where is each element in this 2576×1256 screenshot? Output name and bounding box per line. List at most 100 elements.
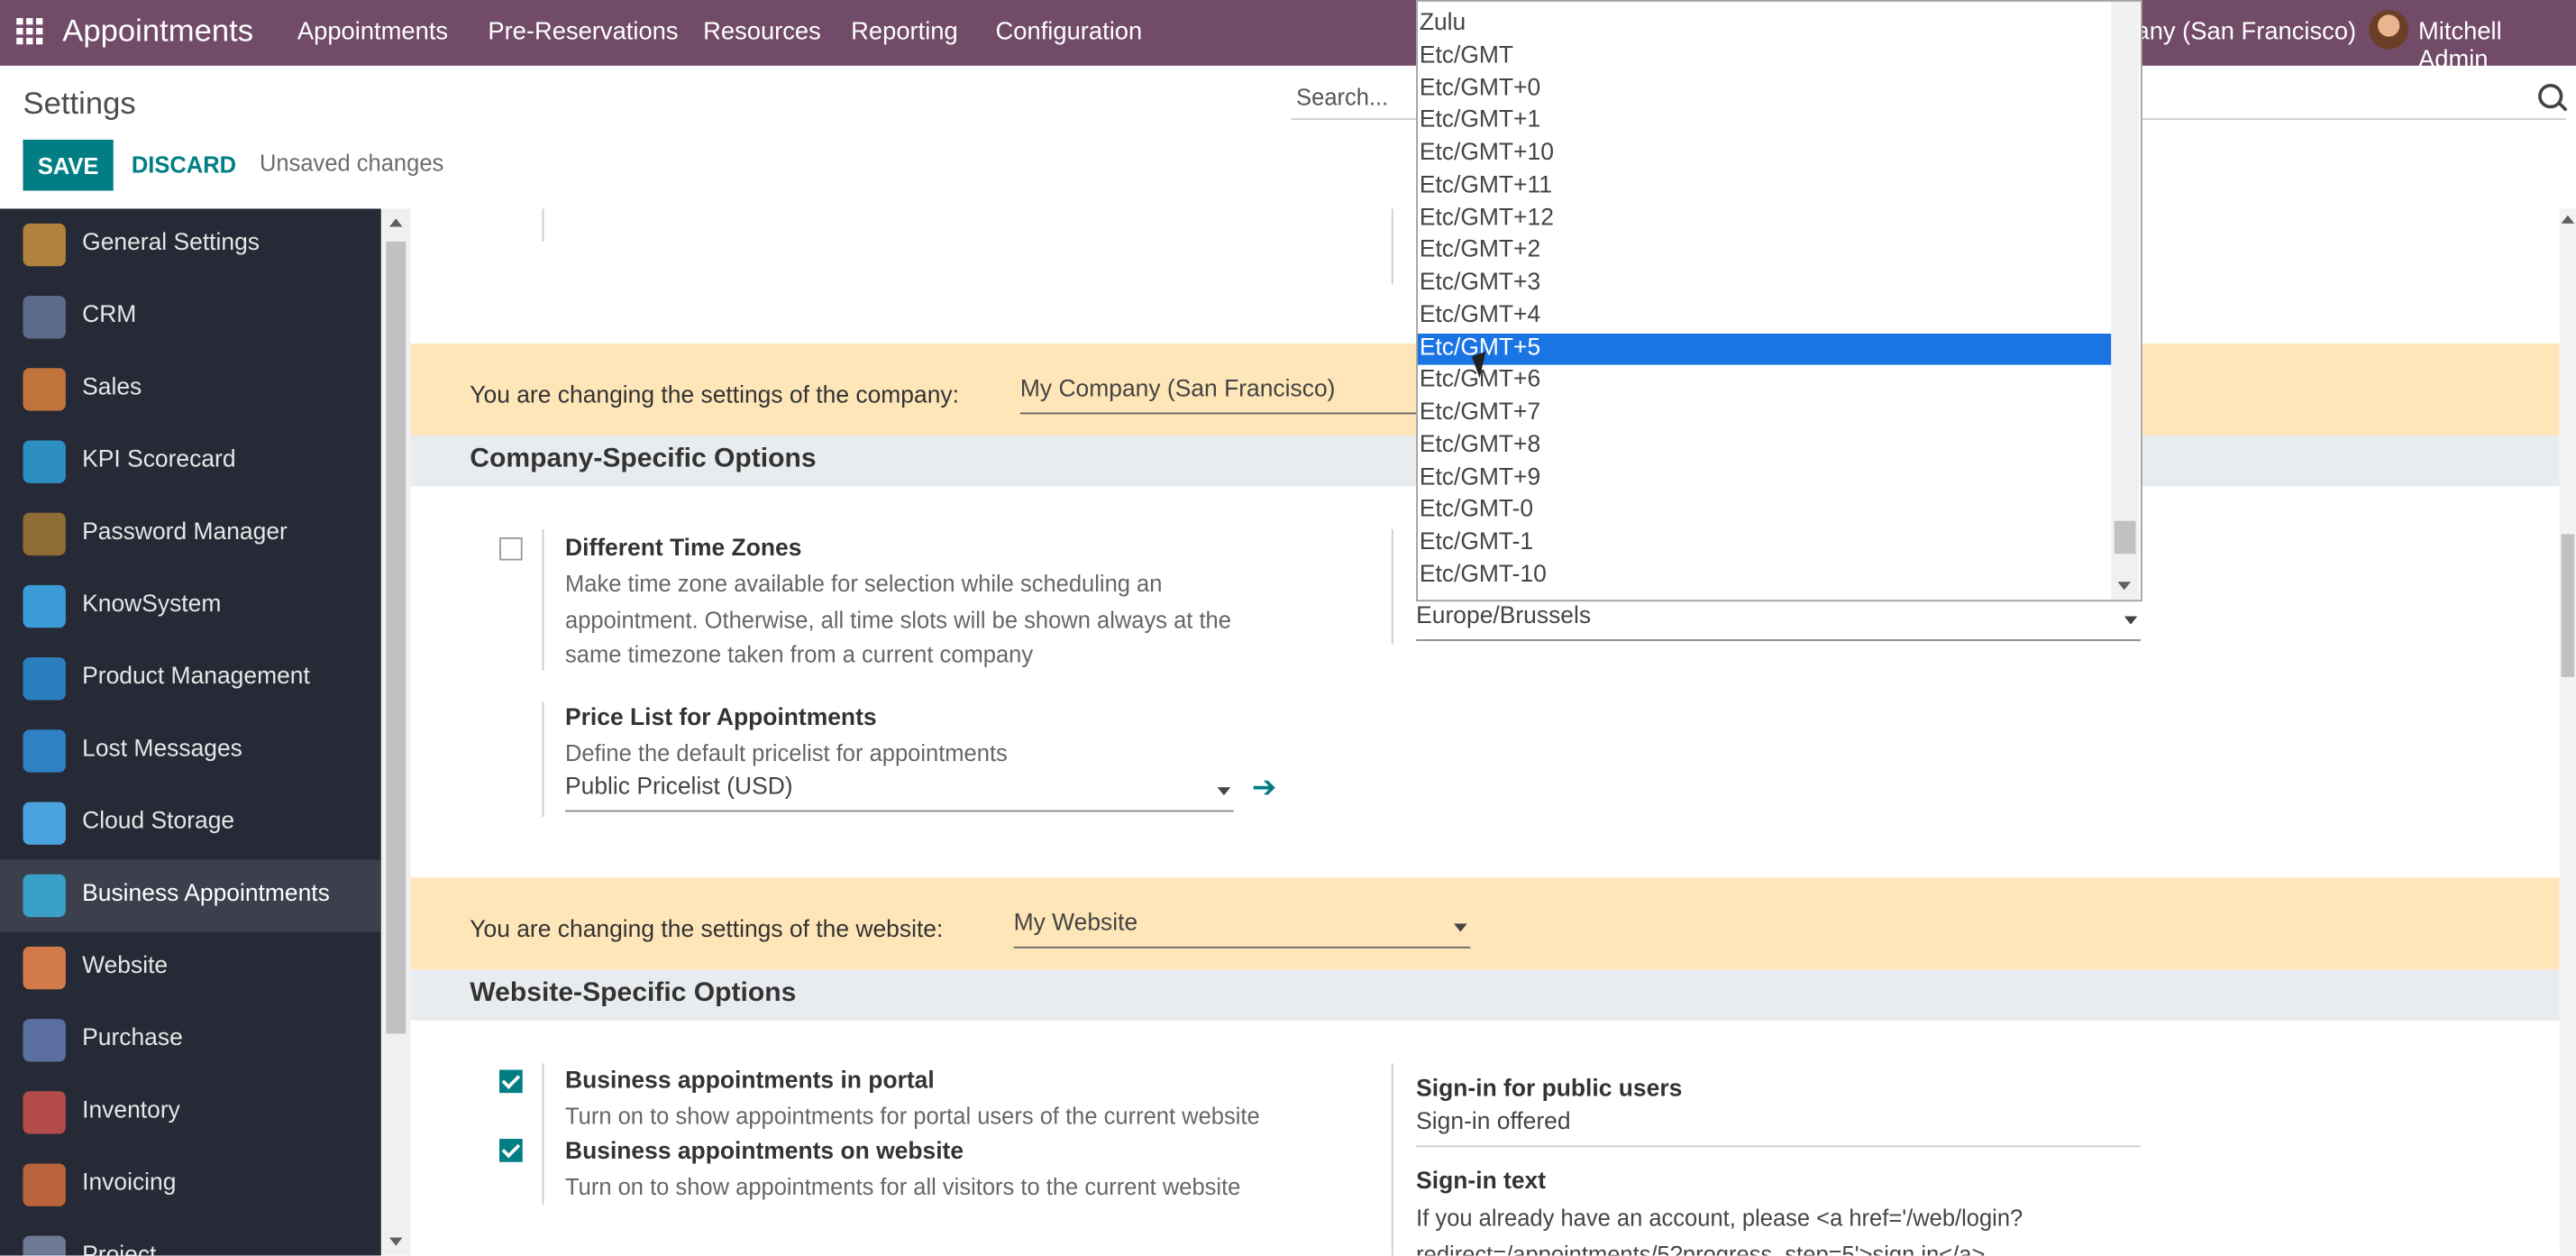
- timezone-option[interactable]: Etc/GMT: [1418, 41, 2111, 73]
- divider: [542, 208, 544, 242]
- timezone-option[interactable]: Etc/GMT-10: [1418, 560, 2111, 592]
- discard-button[interactable]: DISCARD: [132, 151, 236, 178]
- timezone-dropdown-list[interactable]: Zulu Etc/GMT Etc/GMT+0 Etc/GMT+1 Etc/GMT+10 E…: [1416, 0, 2142, 602]
- timezone-select-value: Europe/Brussels: [1416, 602, 1592, 630]
- brain-icon: [23, 584, 66, 628]
- scroll-up-arrow-icon[interactable]: [388, 218, 403, 227]
- menu-pre-reservations[interactable]: Pre-Reservations: [488, 18, 678, 46]
- menu-reporting[interactable]: Reporting: [851, 18, 958, 46]
- chevron-down-icon[interactable]: [1454, 923, 1467, 932]
- sidebar-item-invoicing[interactable]: Invoicing: [0, 1149, 381, 1221]
- sidebar-item-website[interactable]: Website: [0, 931, 381, 1004]
- website-section-title: Website-Specific Options: [470, 977, 797, 1008]
- app-brand[interactable]: Appointments: [62, 14, 253, 50]
- timezone-option[interactable]: Etc/GMT+9: [1418, 463, 2111, 495]
- sidebar-item-kpi-scorecard[interactable]: KPI Scorecard: [0, 426, 381, 498]
- website-appointments-checkbox[interactable]: [499, 1139, 523, 1162]
- sidebar-item-project[interactable]: Project: [0, 1221, 381, 1256]
- timezone-option[interactable]: Etc/GMT+5: [1417, 333, 2112, 365]
- timezone-select[interactable]: Europe/Brussels: [1416, 603, 2141, 641]
- scorecard-icon: [23, 440, 66, 483]
- sidebar-item-lost-messages[interactable]: Lost Messages: [0, 715, 381, 787]
- menu-resources[interactable]: Resources: [703, 18, 821, 46]
- chevron-down-icon[interactable]: [2124, 616, 2138, 625]
- company-select-value: My Company (San Francisco): [1019, 376, 1336, 403]
- page-title: Settings: [23, 87, 136, 122]
- portal-appointments-description: Turn on to show appointments for portal …: [565, 1103, 1260, 1130]
- search-icon[interactable]: [2538, 83, 2563, 109]
- pricelist-title: Price List for Appointments: [565, 704, 877, 732]
- signin-public-select[interactable]: Sign-in offered: [1416, 1109, 2141, 1148]
- timezone-option[interactable]: Etc/GMT+8: [1418, 430, 2111, 463]
- keys-icon: [23, 512, 66, 556]
- sidebar-item-label: Cloud Storage: [82, 808, 235, 835]
- timezone-option[interactable]: Etc/GMT+6: [1418, 365, 2111, 398]
- timezone-option[interactable]: Etc/GMT+2: [1418, 235, 2111, 268]
- scroll-down-arrow-icon[interactable]: [2117, 582, 2132, 591]
- sidebar-item-inventory[interactable]: Inventory: [0, 1077, 381, 1149]
- app-menu-grid-icon[interactable]: [16, 18, 43, 45]
- gear-icon: [23, 223, 66, 267]
- timezone-option[interactable]: Etc/GMT+10: [1418, 138, 2111, 170]
- sidebar-item-label: Lost Messages: [82, 736, 242, 763]
- scroll-up-arrow-icon[interactable]: [2561, 215, 2575, 224]
- sidebar-item-product-management[interactable]: Product Management: [0, 643, 381, 715]
- sidebar-item-knowsystem[interactable]: KnowSystem: [0, 570, 381, 642]
- website-appointments-description: Turn on to show appointments for all vis…: [565, 1173, 1241, 1200]
- menu-appointments[interactable]: Appointments: [297, 18, 448, 46]
- sidebar-item-label: Website: [82, 953, 169, 980]
- sidebar-item-label: Product Management: [82, 664, 310, 691]
- save-button[interactable]: SAVE: [23, 139, 114, 191]
- search-placeholder: Search...: [1296, 83, 1389, 111]
- sidebar-item-label: CRM: [82, 302, 137, 329]
- divider: [1391, 1063, 1393, 1256]
- timezone-option[interactable]: Zulu: [1418, 8, 2111, 41]
- sidebar-scrollbar[interactable]: [380, 208, 411, 1256]
- scroll-down-arrow-icon[interactable]: [388, 1237, 403, 1246]
- app-window: Appointments Appointments Pre-Reservatio…: [0, 0, 2576, 1256]
- user-avatar[interactable]: [2369, 9, 2409, 50]
- settings-sidebar: General Settings CRM Sales KPI Scorecard Pas…: [0, 208, 381, 1256]
- external-link-arrow-icon[interactable]: ➔: [1252, 771, 1277, 805]
- sidebar-item-label: Sales: [82, 374, 142, 401]
- sidebar-item-business-appointments[interactable]: Business Appointments: [0, 859, 381, 932]
- divider: [542, 1063, 544, 1206]
- sidebar-item-password-manager[interactable]: Password Manager: [0, 498, 381, 570]
- timezone-option[interactable]: Etc/GMT+4: [1418, 300, 2111, 333]
- company-switcher[interactable]: any (San Francisco): [2136, 18, 2357, 46]
- timezone-option[interactable]: Etc/GMT+7: [1418, 398, 2111, 430]
- pricelist-select[interactable]: Public Pricelist (USD): [565, 774, 1234, 812]
- divider: [1391, 528, 1393, 645]
- sidebar-item-general-settings[interactable]: General Settings: [0, 208, 381, 280]
- chevron-down-icon[interactable]: [1217, 787, 1231, 796]
- scrollbar-thumb[interactable]: [386, 241, 406, 1034]
- menu-configuration[interactable]: Configuration: [996, 18, 1143, 46]
- sidebar-item-label: Project: [82, 1242, 157, 1256]
- sidebar-item-crm[interactable]: CRM: [0, 281, 381, 353]
- sidebar-item-sales[interactable]: Sales: [0, 353, 381, 426]
- timezone-option[interactable]: Etc/GMT+3: [1418, 268, 2111, 300]
- signin-text-field[interactable]: If you already have an account, please <…: [1416, 1201, 2141, 1256]
- page-scrollbar[interactable]: [2559, 208, 2576, 1256]
- timezone-option[interactable]: Etc/GMT-1: [1418, 527, 2111, 560]
- different-timezones-checkbox[interactable]: [499, 537, 523, 561]
- scrollbar-thumb[interactable]: [2561, 534, 2575, 677]
- chart-icon: [23, 368, 66, 411]
- website-appointments-title: Business appointments on website: [565, 1139, 964, 1166]
- unsaved-changes-label: Unsaved changes: [259, 149, 444, 177]
- timezone-option[interactable]: Etc/GMT+0: [1418, 73, 2111, 105]
- signin-public-title: Sign-in for public users: [1416, 1076, 1683, 1104]
- scrollbar-thumb[interactable]: [2114, 520, 2136, 555]
- timezone-option[interactable]: Etc/GMT+11: [1418, 170, 2111, 203]
- company-select[interactable]: My Company (San Francisco): [1019, 376, 1481, 415]
- sidebar-item-purchase[interactable]: Purchase: [0, 1004, 381, 1077]
- timezone-option[interactable]: Etc/GMT+12: [1418, 203, 2111, 235]
- dropdown-scrollbar[interactable]: [2111, 1, 2140, 600]
- signin-public-value: Sign-in offered: [1416, 1109, 1571, 1136]
- portal-appointments-checkbox[interactable]: [499, 1069, 523, 1094]
- sidebar-item-label: KnowSystem: [82, 591, 222, 619]
- timezone-option[interactable]: Etc/GMT-0: [1418, 495, 2111, 527]
- timezone-option[interactable]: Etc/GMT+1: [1418, 105, 2111, 138]
- website-select[interactable]: My Website: [1013, 911, 1471, 949]
- sidebar-item-cloud-storage[interactable]: Cloud Storage: [0, 787, 381, 859]
